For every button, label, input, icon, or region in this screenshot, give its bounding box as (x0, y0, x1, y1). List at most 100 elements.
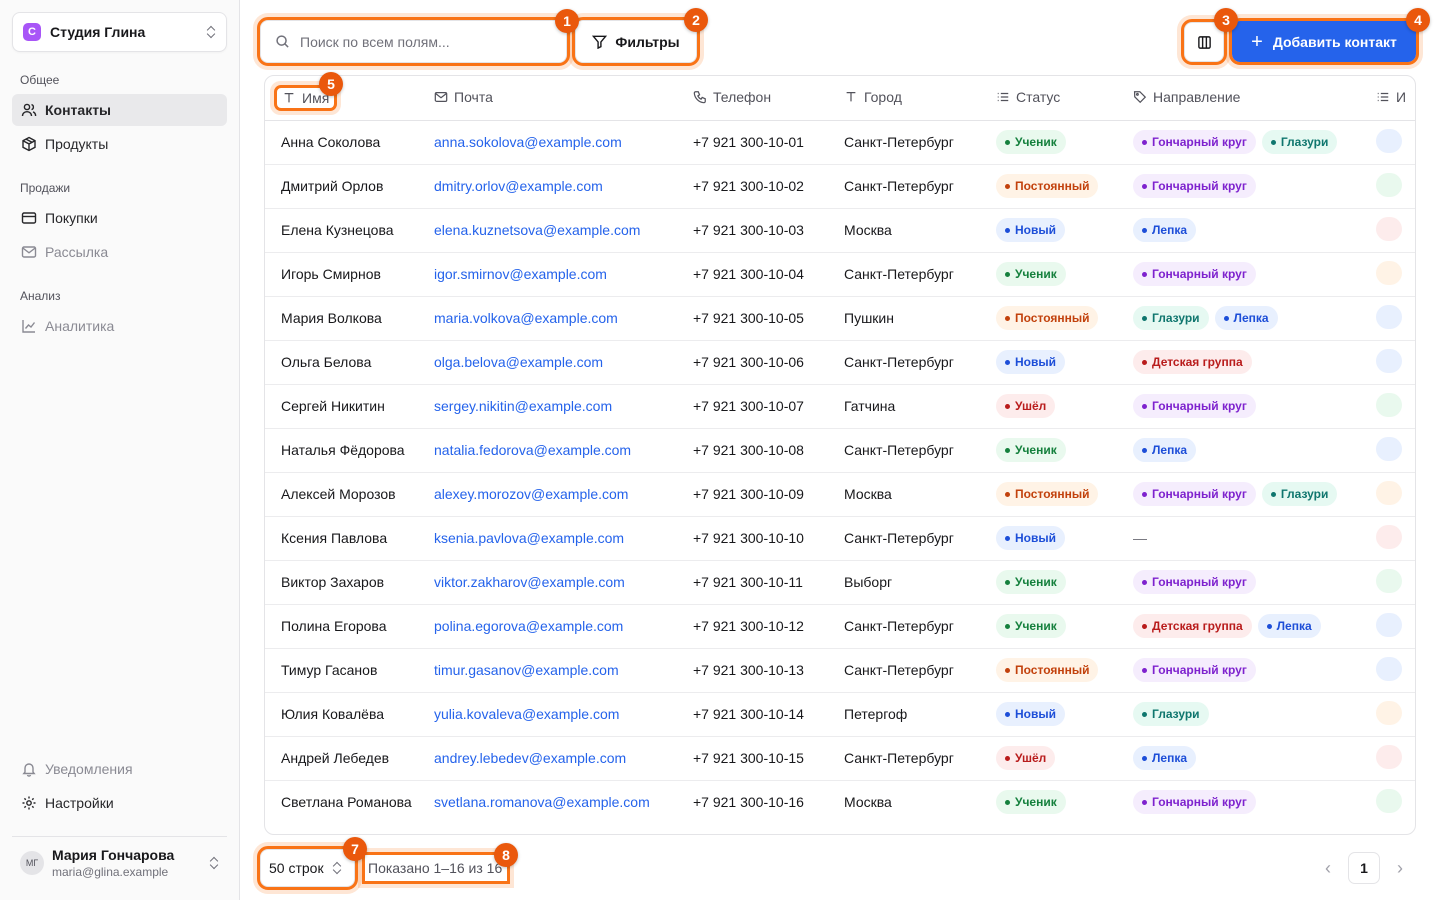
table-row[interactable]: Андрей Лебедев andrey.lebedev@example.com… (265, 736, 1415, 781)
status-badge: Постоянный (996, 482, 1099, 506)
cell-direction: Гончарный круг (1133, 560, 1376, 605)
cell-status: Новый (996, 692, 1133, 737)
direction-tag: Глазури (1133, 306, 1209, 330)
cell-name: Тимур Гасанов (265, 648, 434, 693)
sidebar: С Студия Глина Общее Контакты Продукты П… (0, 0, 240, 900)
table-row[interactable]: Дмитрий Орлов dmitry.orlov@example.com +7 … (265, 164, 1415, 209)
table-row[interactable]: Ксения Павлова ksenia.pavlova@example.com… (265, 516, 1415, 561)
list-icon (997, 92, 1009, 101)
cell-city: Москва (844, 208, 996, 253)
column-label: Телефон (713, 88, 772, 105)
cell-direction: Глазури Лепка (1133, 296, 1376, 341)
search-box[interactable] (257, 17, 570, 66)
chevron-right-icon[interactable]: › (1388, 856, 1412, 880)
extra-badge (1376, 700, 1402, 725)
cell-name: Полина Егорова (265, 604, 434, 649)
cell-email[interactable]: alexey.morozov@example.com (434, 472, 693, 517)
table-row[interactable]: Сергей Никитин sergey.nikitin@example.com… (265, 384, 1415, 429)
cell-email[interactable]: timur.gasanov@example.com (434, 648, 693, 693)
cell-email[interactable]: ksenia.pavlova@example.com (434, 516, 693, 561)
cell-email[interactable]: dmitry.orlov@example.com (434, 164, 693, 209)
column-header-phone[interactable]: Телефон (693, 76, 844, 121)
table-row[interactable]: Наталья Фёдорова natalia.fedorova@example… (265, 428, 1415, 473)
cell-status: Ушёл (996, 384, 1133, 429)
cell-name: Анна Соколова (265, 120, 434, 165)
sidebar-item-label: Рассылка (45, 244, 109, 260)
sidebar-item-mailing[interactable]: Рассылка (12, 236, 227, 268)
search-input[interactable] (300, 33, 552, 50)
extra-badge (1376, 260, 1402, 285)
column-header-name[interactable]: Имя (265, 76, 434, 121)
direction-tag: Гончарный круг (1133, 394, 1256, 418)
cell-email[interactable]: viktor.zakharov@example.com (434, 560, 693, 605)
direction-tag: Гончарный круг (1133, 482, 1256, 506)
sidebar-item-settings[interactable]: Настройки (12, 787, 227, 819)
sidebar-item-analytics[interactable]: Аналитика (12, 310, 227, 342)
direction-tag: Детская группа (1133, 614, 1252, 638)
text-type-icon (846, 91, 856, 102)
extra-badge (1376, 524, 1402, 549)
table-row[interactable]: Игорь Смирнов igor.smirnov@example.com +7 … (265, 252, 1415, 297)
sidebar-item-notifications[interactable]: Уведомления (12, 753, 227, 785)
cell-email[interactable]: polina.egorova@example.com (434, 604, 693, 649)
table-row[interactable]: Юлия Ковалёва yulia.kovaleva@example.com +… (265, 692, 1415, 737)
table-row[interactable]: Анна Соколова anna.sokolova@example.com +7… (265, 120, 1415, 165)
org-switcher[interactable]: С Студия Глина (12, 12, 227, 52)
cell-email[interactable]: maria.volkova@example.com (434, 296, 693, 341)
cell-name: Виктор Захаров (265, 560, 434, 605)
column-header-email[interactable]: Почта (434, 76, 693, 121)
table-row[interactable]: Полина Егорова polina.egorova@example.com… (265, 604, 1415, 649)
cell-extra (1376, 736, 1415, 781)
cell-phone: +7 921 300-10-08 (693, 428, 844, 473)
chevron-left-icon[interactable]: ‹ (1316, 856, 1340, 880)
column-header-city[interactable]: Город (844, 76, 996, 121)
cell-direction: Лепка (1133, 736, 1376, 781)
cell-city: Санкт-Петербург (844, 120, 996, 165)
table-header-row: Имя Почта Телефон Город Статус Направлен… (265, 76, 1415, 121)
cell-direction: Гончарный круг (1133, 648, 1376, 693)
table-row[interactable]: Виктор Захаров viktor.zakharov@example.co… (265, 560, 1415, 605)
column-header-status[interactable]: Статус (996, 76, 1133, 121)
cell-email[interactable]: natalia.fedorova@example.com (434, 428, 693, 473)
cell-direction: Гончарный круг Глазури (1133, 472, 1376, 517)
org-logo: С (23, 23, 41, 41)
cell-email[interactable]: sergey.nikitin@example.com (434, 384, 693, 429)
column-header-extra[interactable]: И (1376, 76, 1415, 121)
cell-email[interactable]: yulia.kovaleva@example.com (434, 692, 693, 737)
rows-per-page-select[interactable]: 50 строк (257, 846, 358, 890)
table-row[interactable]: Мария Волкова maria.volkova@example.com +7… (265, 296, 1415, 341)
sidebar-item-label: Настройки (45, 795, 114, 811)
cell-email[interactable]: andrey.lebedev@example.com (434, 736, 693, 781)
table-row[interactable]: Ольга Белова olga.belova@example.com +7 92… (265, 340, 1415, 385)
cell-direction: Гончарный круг (1133, 384, 1376, 429)
list-icon (1377, 92, 1389, 101)
cell-email[interactable]: elena.kuznetsova@example.com (434, 208, 693, 253)
table-row[interactable]: Елена Кузнецова elena.kuznetsova@example.… (265, 208, 1415, 253)
sidebar-item-purchases[interactable]: Покупки (12, 202, 227, 234)
cell-city: Выборг (844, 560, 996, 605)
cell-email[interactable]: svetlana.romanova@example.com (434, 780, 693, 824)
table-row[interactable]: Тимур Гасанов timur.gasanov@example.com +7… (265, 648, 1415, 693)
page-button-1[interactable]: 1 (1348, 852, 1380, 884)
direction-tag: Лепка (1133, 746, 1197, 770)
cell-email[interactable]: igor.smirnov@example.com (434, 252, 693, 297)
extra-badge (1376, 568, 1402, 593)
cell-email[interactable]: olga.belova@example.com (434, 340, 693, 385)
user-menu[interactable]: МГ Мария Гончарова maria@glina.example (12, 836, 227, 888)
column-header-direction[interactable]: Направление (1133, 76, 1376, 121)
cell-email[interactable]: anna.sokolova@example.com (434, 120, 693, 165)
cell-phone: +7 921 300-10-09 (693, 472, 844, 517)
filters-button[interactable]: Фильтры (572, 17, 700, 66)
cell-extra (1376, 384, 1415, 429)
table-row[interactable]: Алексей Морозов alexey.morozov@example.co… (265, 472, 1415, 517)
cell-phone: +7 921 300-10-15 (693, 736, 844, 781)
table-row[interactable]: Светлана Романова svetlana.romanova@examp… (265, 780, 1415, 824)
cell-city: Санкт-Петербург (844, 340, 996, 385)
status-badge: Новый (996, 526, 1065, 550)
direction-tag: Гончарный круг (1133, 174, 1256, 198)
add-contact-button[interactable]: + Добавить контакт (1229, 18, 1419, 65)
chevron-up-down-icon (206, 25, 216, 39)
sidebar-item-products[interactable]: Продукты (12, 128, 227, 160)
cell-status: Ушёл (996, 736, 1133, 781)
sidebar-item-contacts[interactable]: Контакты (12, 94, 227, 126)
